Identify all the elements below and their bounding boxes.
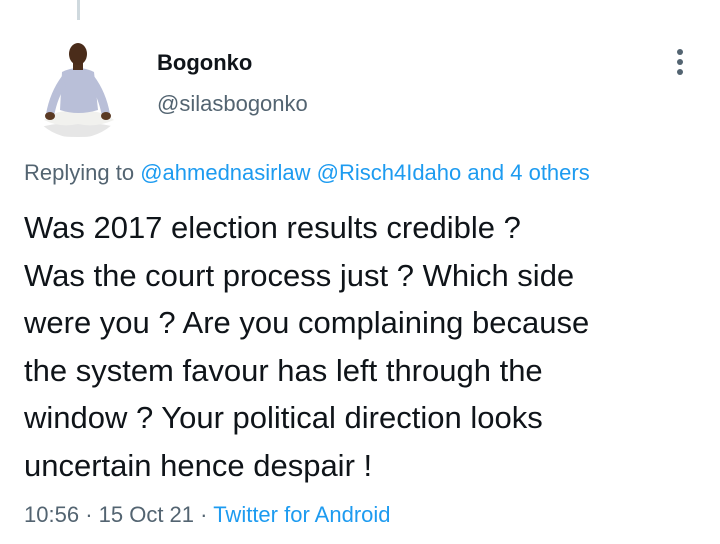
author-handle[interactable]: @silasbogonko bbox=[157, 91, 308, 117]
mention-link[interactable]: @ahmednasirlaw bbox=[140, 160, 310, 185]
tweet-text: Was 2017 election results credible ? Was… bbox=[24, 204, 704, 489]
replying-to-label: Replying to bbox=[24, 160, 135, 185]
tweet-date[interactable]: 15 Oct 21 bbox=[99, 502, 194, 527]
meta-separator: · bbox=[200, 502, 208, 527]
avatar-photo-icon bbox=[24, 32, 130, 138]
tweet-text-line: were you ? Are you complaining because bbox=[24, 305, 590, 340]
tweet-text-line: the system favour has left through the bbox=[24, 352, 543, 388]
avatar[interactable] bbox=[24, 32, 130, 138]
meta-separator: · bbox=[85, 502, 93, 527]
and-others-link[interactable]: and 4 others bbox=[467, 160, 589, 185]
tweet-text-line: uncertain hence despair ! bbox=[24, 447, 373, 483]
more-options-button[interactable] bbox=[664, 46, 696, 78]
tweet-text-line: Was 2017 election results credible ? bbox=[24, 210, 521, 245]
replying-to-line: Replying to @ahmednasirlaw @Risch4Idaho … bbox=[24, 160, 590, 186]
tweet-text-line: window ? Your political direction looks bbox=[24, 400, 543, 435]
and-connector: and bbox=[467, 160, 505, 185]
tweet-text-line: Was the court process just ? Which side bbox=[24, 257, 575, 293]
more-vertical-icon bbox=[677, 49, 683, 75]
others-count: 4 others bbox=[510, 160, 590, 185]
mention-link[interactable]: @Risch4Idaho bbox=[317, 160, 462, 185]
author-display-name[interactable]: Bogonko bbox=[157, 50, 252, 76]
thread-connector-line bbox=[77, 0, 80, 20]
tweet-time[interactable]: 10:56 bbox=[24, 502, 79, 527]
tweet-metadata: 10:56 · 15 Oct 21 · Twitter for Android bbox=[24, 502, 391, 528]
tweet-source-link[interactable]: Twitter for Android bbox=[213, 502, 390, 527]
